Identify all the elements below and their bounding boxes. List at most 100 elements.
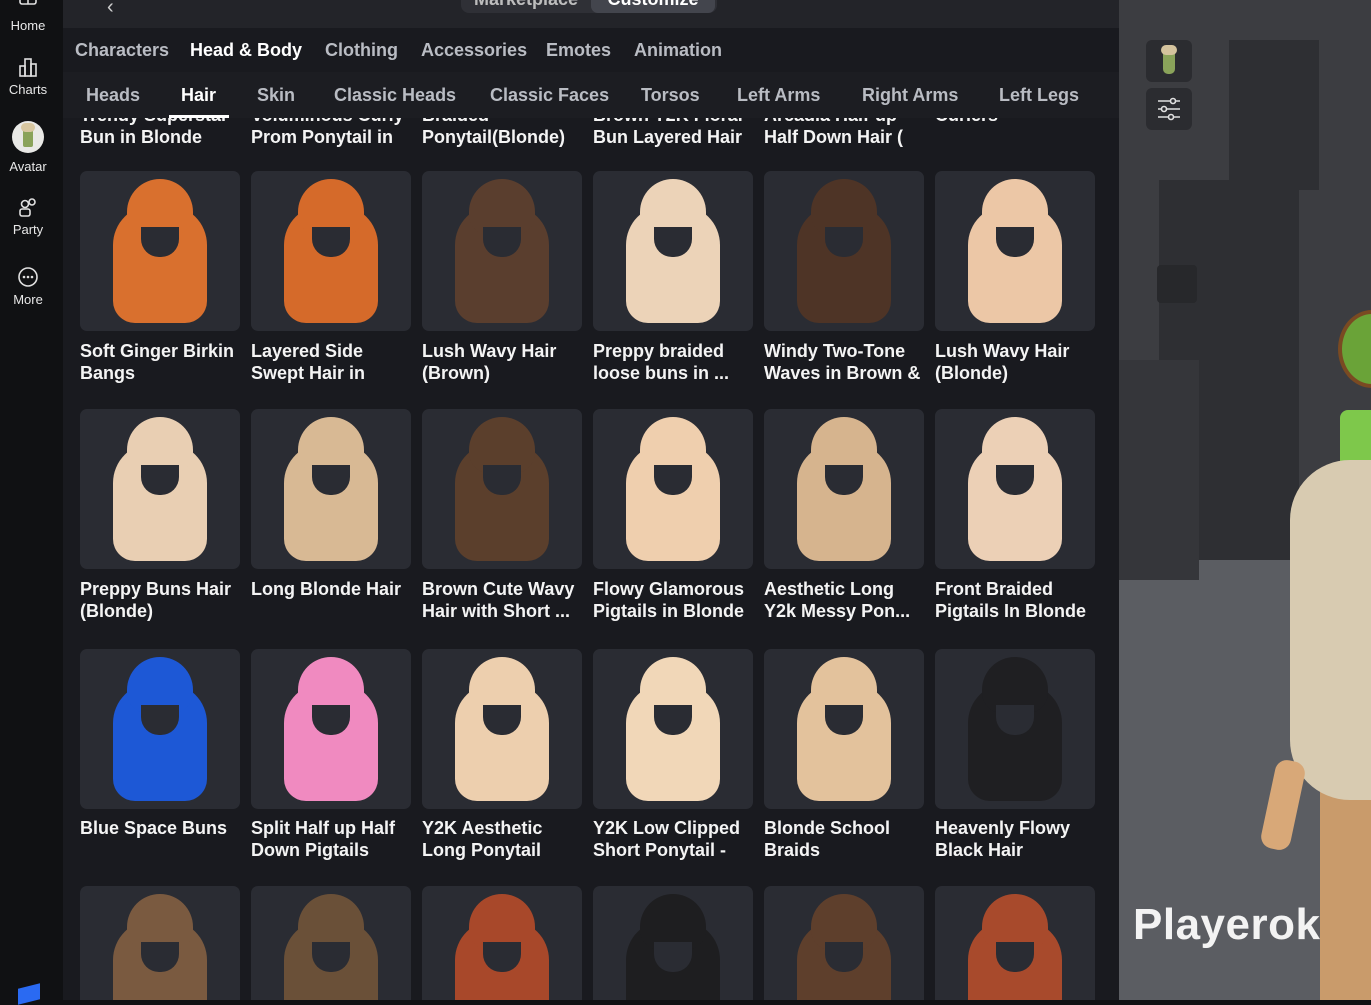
hair-thumbnail — [276, 417, 386, 563]
hair-item-tile[interactable] — [593, 886, 753, 1000]
sidebar-item-label: Charts — [8, 82, 48, 97]
hair-item-tile[interactable] — [251, 171, 411, 331]
item-name: Soft Ginger Birkin Bangs — [80, 341, 235, 383]
hair-item-tile[interactable] — [251, 409, 411, 569]
hair-item-tile[interactable] — [935, 649, 1095, 809]
item-name: Preppy Buns Hair (Blonde) — [80, 579, 232, 621]
subtab-heads[interactable]: Heads — [86, 85, 140, 106]
hair-thumbnail — [789, 417, 899, 563]
hair-item-tile[interactable] — [251, 886, 411, 1000]
hair-item-tile[interactable] — [764, 409, 924, 569]
hair-item-tile[interactable] — [764, 649, 924, 809]
hair-thumbnail — [447, 894, 557, 1000]
sidebar-item-label: Party — [12, 222, 44, 237]
hair-item-tile[interactable] — [593, 409, 753, 569]
hair-item-tile[interactable] — [251, 649, 411, 809]
hair-item-tile[interactable] — [422, 649, 582, 809]
item-name: Layered Side Swept Hair in — [251, 341, 366, 383]
hair-thumbnail — [105, 417, 215, 563]
hair-thumbnail — [960, 657, 1070, 803]
item-name: Brown Cute Wavy Hair with Short ... — [422, 579, 575, 621]
sidebar-item-avatar[interactable]: Avatar — [0, 121, 56, 174]
subtab-torsos[interactable]: Torsos — [641, 85, 700, 106]
hair-item-tile[interactable] — [764, 171, 924, 331]
item-name: Lush Wavy Hair (Brown) — [422, 341, 557, 383]
hair-item-tile[interactable] — [80, 409, 240, 569]
more-icon — [18, 267, 38, 287]
app-logo-icon — [18, 983, 40, 1005]
subtab-classic-heads[interactable]: Classic Heads — [334, 85, 456, 106]
active-tab-indicator — [169, 115, 229, 118]
party-icon — [19, 198, 36, 217]
sidebar-item-label: Home — [10, 18, 46, 33]
subtab-left-legs[interactable]: Left Legs — [999, 85, 1079, 106]
sidebar-item-party[interactable]: Party — [0, 196, 56, 237]
main-panel: ‹ Marketplace Customize Characters Head … — [63, 0, 1119, 1000]
hair-item-tile[interactable] — [935, 409, 1095, 569]
home-icon — [19, 0, 37, 5]
hair-item-tile[interactable] — [593, 649, 753, 809]
hair-item-tile[interactable] — [935, 171, 1095, 331]
sidebar-item-charts[interactable]: Charts — [0, 56, 56, 97]
hair-thumbnail — [105, 657, 215, 803]
hair-item-tile[interactable] — [935, 886, 1095, 1000]
hair-thumbnail — [105, 894, 215, 1000]
item-name: Blue Space Buns — [80, 818, 228, 838]
hair-item-tile[interactable] — [593, 171, 753, 331]
item-name: Front Braided Pigtails In Blonde — [935, 579, 1087, 621]
hair-thumbnail — [447, 417, 557, 563]
hair-thumbnail — [789, 657, 899, 803]
hair-thumbnail — [276, 894, 386, 1000]
sidebar-item-home[interactable]: Home — [0, 0, 56, 33]
hair-item-tile[interactable] — [764, 886, 924, 1000]
sliders-icon — [1158, 97, 1180, 121]
item-name: Preppy braided loose buns in ... — [593, 341, 730, 383]
charts-icon — [19, 58, 37, 77]
hair-thumbnail — [276, 657, 386, 803]
sidebar-item-label: Avatar — [9, 159, 47, 174]
item-name: Windy Two-Tone Waves in Brown & — [764, 341, 921, 383]
item-name: Blonde School Braids — [764, 818, 890, 860]
item-name: Lush Wavy Hair (Blonde) — [935, 341, 1070, 383]
item-name: Long Blonde Hair — [251, 579, 401, 599]
item-name: Aesthetic Long Y2k Messy Pon... — [764, 579, 911, 621]
sidebar-item-label: More — [13, 292, 43, 307]
hair-thumbnail — [618, 179, 728, 325]
hair-thumbnail — [789, 179, 899, 325]
hair-item-tile[interactable] — [80, 649, 240, 809]
item-name: Heavenly Flowy Black Hair — [935, 818, 1071, 860]
subtab-left-arms[interactable]: Left Arms — [737, 85, 820, 106]
hair-thumbnail — [618, 657, 728, 803]
subtab-skin[interactable]: Skin — [257, 85, 295, 106]
avatar-hair — [1290, 460, 1371, 800]
filter-button[interactable] — [1146, 88, 1192, 130]
subcategory-tabs: Heads Hair Skin Classic Heads Classic Fa… — [63, 72, 1119, 118]
avatar-thumbnail-button[interactable] — [1146, 40, 1192, 82]
hair-thumbnail — [960, 894, 1070, 1000]
subtab-right-arms[interactable]: Right Arms — [862, 85, 958, 106]
hair-thumbnail — [105, 179, 215, 325]
hair-thumbnail — [447, 657, 557, 803]
hair-thumbnail — [960, 417, 1070, 563]
watermark: Playerok — [1133, 900, 1321, 949]
item-name: Y2K Aesthetic Long Ponytail — [422, 818, 543, 860]
hair-thumbnail — [447, 179, 557, 325]
hair-thumbnail — [618, 894, 728, 1000]
subtab-classic-faces[interactable]: Classic Faces — [490, 85, 609, 106]
subtab-hair[interactable]: Hair — [181, 85, 216, 106]
item-grid: Trendy Superstar Bun in BlondeVoluminous… — [63, 0, 1119, 1000]
hair-thumbnail — [960, 179, 1070, 325]
hair-item-tile[interactable] — [422, 409, 582, 569]
hair-thumbnail — [618, 417, 728, 563]
hair-item-tile[interactable] — [422, 886, 582, 1000]
item-name: Y2K Low Clipped Short Ponytail - — [593, 818, 741, 860]
hair-item-tile[interactable] — [80, 171, 240, 331]
hair-thumbnail — [789, 894, 899, 1000]
item-name: Split Half up Half Down Pigtails — [251, 818, 395, 860]
sidebar: Home Charts Avatar Party More — [0, 0, 63, 1005]
sidebar-item-more[interactable]: More — [0, 266, 56, 307]
hair-item-tile[interactable] — [422, 171, 582, 331]
hair-item-tile[interactable] — [80, 886, 240, 1000]
avatar-icon — [12, 121, 44, 153]
hair-thumbnail — [276, 179, 386, 325]
